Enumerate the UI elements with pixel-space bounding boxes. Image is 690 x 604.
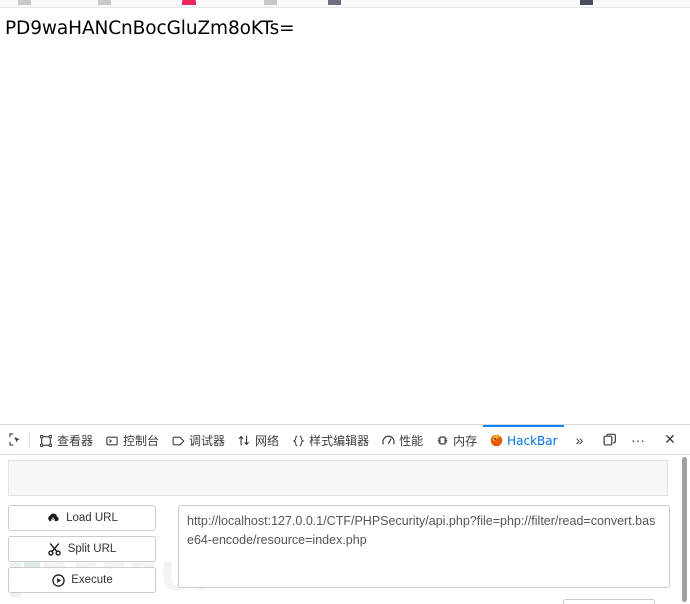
tab-inspector[interactable]: 查看器: [33, 425, 99, 454]
tab-console[interactable]: 控制台: [99, 425, 165, 454]
browser-window: PD9waHANCnBocGluZm8oKTs= 查看器 控制台 调试器 网络 …: [0, 0, 690, 604]
bookmark-icon-5[interactable]: [328, 0, 341, 5]
hackbar-button-group: Load URL Split URL Execute: [8, 505, 156, 598]
tab-performance[interactable]: 性能: [375, 425, 429, 454]
load-url-button[interactable]: Load URL: [8, 505, 156, 531]
close-icon[interactable]: ✕: [654, 428, 686, 452]
dock-position-icon[interactable]: [598, 428, 622, 452]
tab-network-label: 网络: [255, 434, 280, 448]
load-url-label: Load URL: [66, 512, 118, 524]
element-picker-icon[interactable]: [2, 428, 28, 452]
page-body-text: PD9waHANCnBocGluZm8oKTs=: [5, 18, 295, 39]
tab-network[interactable]: 网络: [231, 425, 285, 454]
url-input-value: http://localhost:127.0.0.1/CTF/PHPSecuri…: [187, 514, 656, 547]
style-editor-icon: [291, 434, 305, 448]
tab-debugger-label: 调试器: [189, 434, 226, 448]
bookmark-icon-4[interactable]: [264, 0, 277, 5]
split-url-button[interactable]: Split URL: [8, 536, 156, 562]
bookmark-icon-6[interactable]: [580, 0, 593, 5]
tab-style-editor-label: 样式编辑器: [309, 434, 370, 448]
cloud-download-icon: [46, 511, 60, 525]
tab-hackbar-label: HackBar: [507, 433, 558, 448]
network-icon: [237, 434, 251, 448]
toolbar-separator: [29, 431, 30, 448]
bookmark-icon-pink[interactable]: [182, 0, 196, 5]
devtools-toolbar: 查看器 控制台 调试器 网络 样式编辑器 性能 内存 HackBar » ···…: [0, 425, 690, 455]
tab-performance-label: 性能: [399, 434, 424, 448]
tab-debugger[interactable]: 调试器: [165, 425, 231, 454]
inspector-icon: [39, 434, 53, 448]
devtools-panel: 查看器 控制台 调试器 网络 样式编辑器 性能 内存 HackBar » ···…: [0, 424, 690, 604]
console-icon: [105, 434, 119, 448]
debugger-icon: [171, 434, 185, 448]
firefox-icon: [489, 434, 503, 448]
scissors-icon: [48, 542, 62, 556]
bookmark-icon-1[interactable]: [18, 0, 31, 5]
tabs-overflow-icon[interactable]: »: [564, 428, 596, 452]
tab-memory-label: 内存: [453, 434, 478, 448]
play-circle-icon: [51, 573, 65, 587]
hackbar-secondary-button[interactable]: [563, 599, 655, 604]
tab-memory[interactable]: 内存: [429, 425, 483, 454]
performance-icon: [381, 434, 395, 448]
hackbar-toolbar: [8, 460, 668, 496]
execute-label: Execute: [71, 574, 113, 586]
tab-inspector-label: 查看器: [57, 434, 94, 448]
hackbar-scrollbar[interactable]: [682, 457, 687, 602]
bookmarks-bar-strip: [0, 0, 690, 8]
memory-icon: [435, 434, 449, 448]
hackbar-panel: REEBUF Load URL: [0, 455, 690, 604]
url-input-field[interactable]: http://localhost:127.0.0.1/CTF/PHPSecuri…: [178, 505, 670, 588]
devtools-options-icon[interactable]: ···: [622, 428, 654, 452]
execute-button[interactable]: Execute: [8, 567, 156, 593]
split-url-label: Split URL: [67, 543, 117, 555]
bookmark-icon-2[interactable]: [98, 0, 111, 5]
page-content: PD9waHANCnBocGluZm8oKTs=: [0, 8, 690, 423]
tab-console-label: 控制台: [123, 434, 160, 448]
tab-hackbar[interactable]: HackBar: [483, 425, 564, 454]
tab-style-editor[interactable]: 样式编辑器: [285, 425, 375, 454]
